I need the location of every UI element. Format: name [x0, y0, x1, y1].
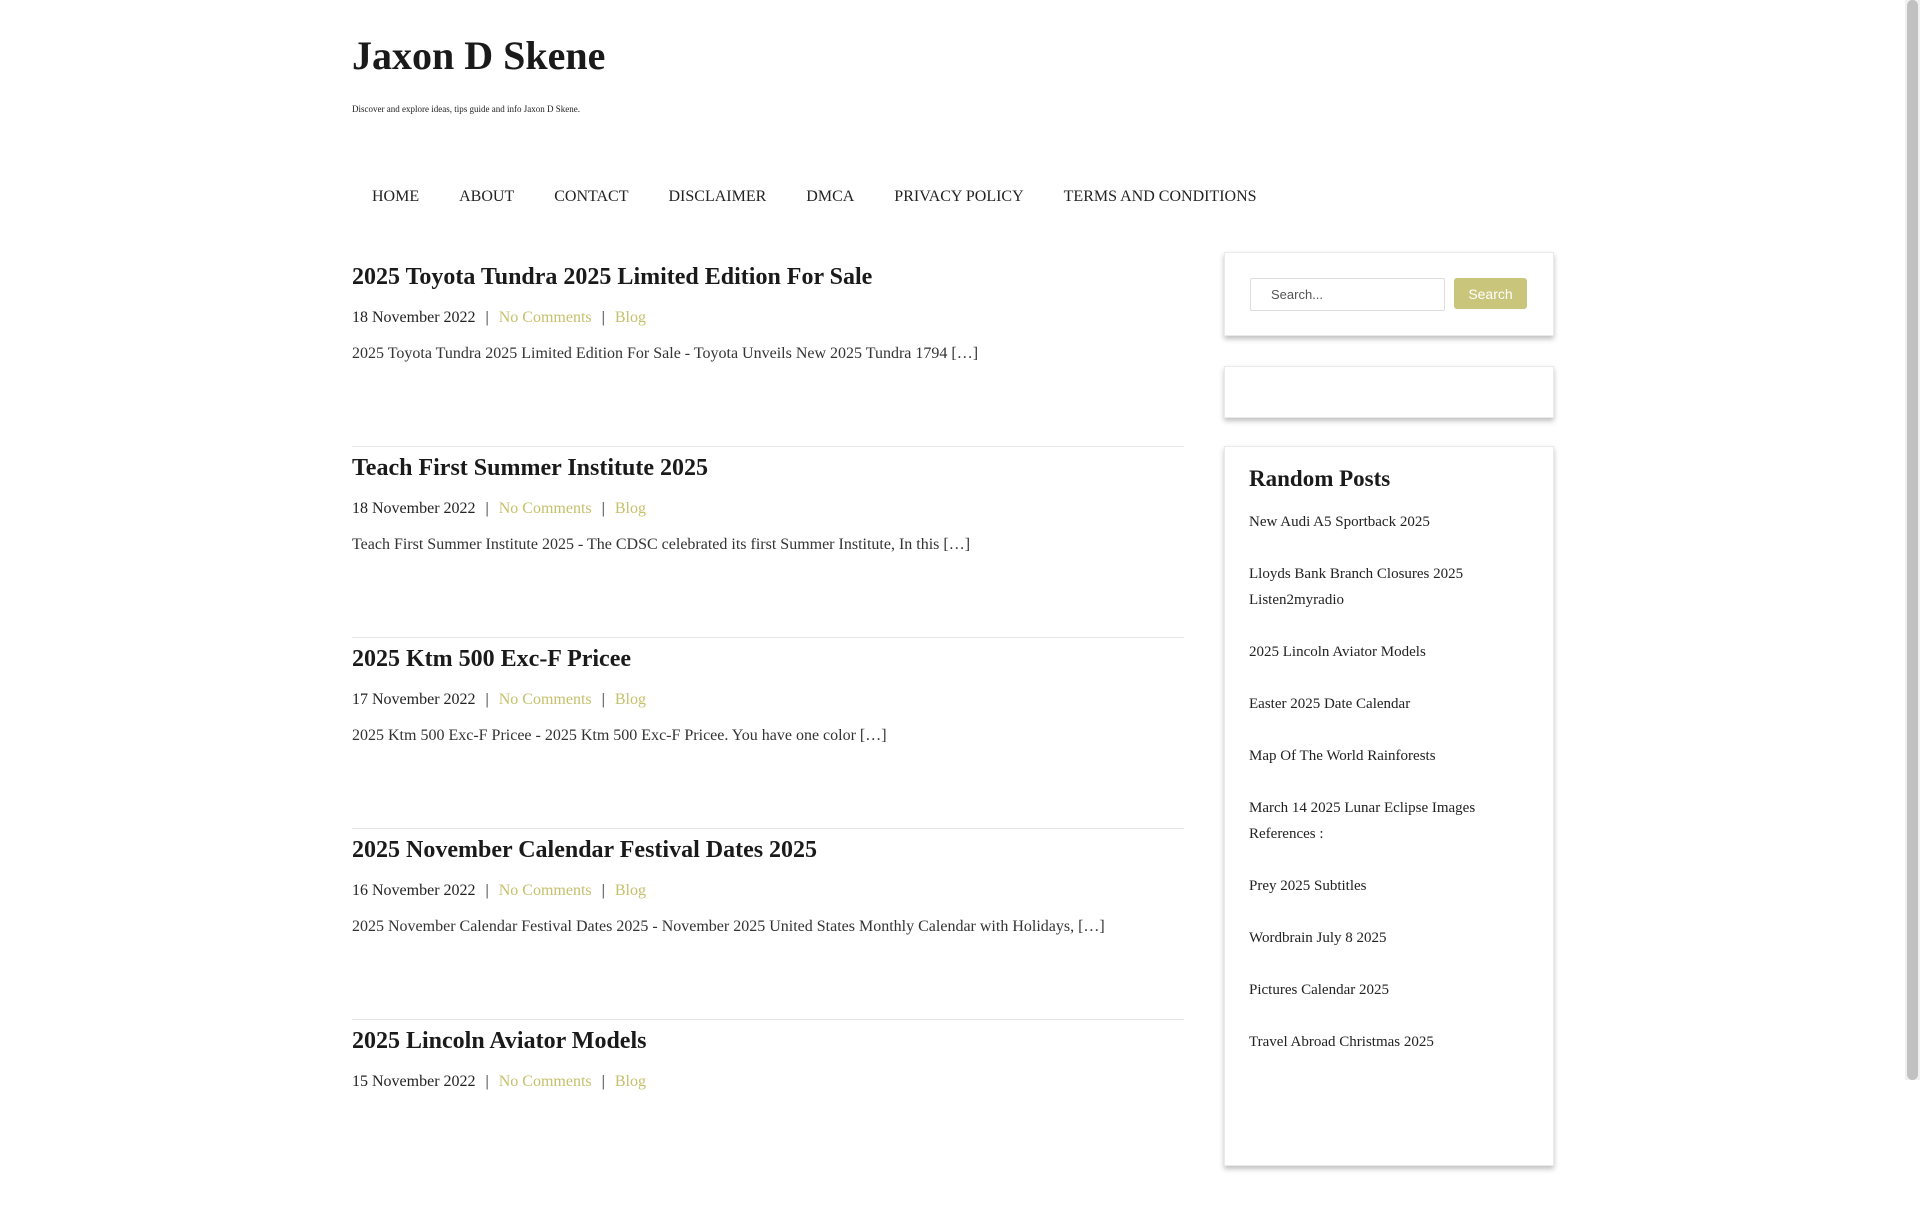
post-title[interactable]: 2025 Lincoln Aviator Models	[352, 1028, 646, 1055]
post-title[interactable]: Teach First Summer Institute 2025	[352, 455, 708, 482]
page-scrollbar[interactable]	[1905, 0, 1920, 1080]
list-item: March 14 2025 Lunar Eclipse Images Refer…	[1249, 795, 1529, 847]
random-post-link[interactable]: Lloyds Bank Branch Closures 2025 Listen2…	[1249, 566, 1463, 608]
random-post-link[interactable]: Wordbrain July 8 2025	[1249, 930, 1387, 946]
post-excerpt: 2025 Ktm 500 Exc-F Pricee - 2025 Ktm 500…	[352, 727, 887, 744]
post-title[interactable]: 2025 Ktm 500 Exc-F Pricee	[352, 646, 631, 673]
post-item: 2025 Ktm 500 Exc-F Pricee 17 November 20…	[352, 638, 1184, 829]
post-comments-link[interactable]: No Comments	[499, 882, 592, 899]
meta-separator: |	[485, 882, 489, 899]
meta-separator: |	[485, 691, 489, 708]
post-item: 2025 Toyota Tundra 2025 Limited Edition …	[352, 256, 1184, 447]
list-item: New Audi A5 Sportback 2025	[1249, 509, 1529, 535]
list-item: Map Of The World Rainforests	[1249, 743, 1529, 769]
post-item: 2025 November Calendar Festival Dates 20…	[352, 829, 1184, 1020]
random-post-link[interactable]: Prey 2025 Subtitles	[1249, 878, 1367, 894]
post-date: 18 November 2022	[352, 500, 476, 517]
post-excerpt: 2025 November Calendar Festival Dates 20…	[352, 918, 1105, 935]
random-post-link[interactable]: New Audi A5 Sportback 2025	[1249, 514, 1430, 530]
post-comments-link[interactable]: No Comments	[499, 500, 592, 517]
post-date: 16 November 2022	[352, 882, 476, 899]
nav-item-privacy-policy[interactable]: PRIVACY POLICY	[874, 184, 1043, 210]
nav-item-contact[interactable]: CONTACT	[534, 184, 648, 210]
meta-separator: |	[601, 1073, 605, 1090]
post-comments-link[interactable]: No Comments	[499, 1073, 592, 1090]
post-item: Teach First Summer Institute 2025 18 Nov…	[352, 447, 1184, 638]
post-date: 15 November 2022	[352, 1073, 476, 1090]
nav-item-disclaimer[interactable]: DISCLAIMER	[649, 184, 787, 210]
list-item: Pictures Calendar 2025	[1249, 977, 1529, 1003]
post-excerpt: 2025 Toyota Tundra 2025 Limited Edition …	[352, 345, 979, 362]
nav-item-terms-and-conditions[interactable]: TERMS AND CONDITIONS	[1044, 184, 1277, 210]
scrollbar-thumb[interactable]	[1907, 0, 1918, 1080]
meta-separator: |	[601, 882, 605, 899]
post-meta: 18 November 2022 | No Comments | Blog	[352, 309, 646, 327]
list-item: Prey 2025 Subtitles	[1249, 873, 1529, 899]
meta-separator: |	[601, 309, 605, 326]
list-item: 2025 Lincoln Aviator Models	[1249, 639, 1529, 665]
post-excerpt: Teach First Summer Institute 2025 - The …	[352, 536, 971, 553]
meta-separator: |	[601, 691, 605, 708]
random-posts-list: New Audi A5 Sportback 2025 Lloyds Bank B…	[1249, 509, 1529, 1055]
random-post-link[interactable]: March 14 2025 Lunar Eclipse Images Refer…	[1249, 800, 1475, 842]
post-title[interactable]: 2025 November Calendar Festival Dates 20…	[352, 837, 817, 864]
search-widget: Search	[1224, 252, 1554, 336]
post-category-link[interactable]: Blog	[615, 500, 646, 517]
meta-separator: |	[485, 309, 489, 326]
post-comments-link[interactable]: No Comments	[499, 691, 592, 708]
search-button[interactable]: Search	[1454, 278, 1527, 309]
post-list: 2025 Toyota Tundra 2025 Limited Edition …	[352, 256, 1184, 1210]
post-meta: 17 November 2022 | No Comments | Blog	[352, 691, 646, 709]
post-title[interactable]: 2025 Toyota Tundra 2025 Limited Edition …	[352, 264, 872, 291]
post-meta: 15 November 2022 | No Comments | Blog	[352, 1073, 646, 1091]
main-nav: HOME ABOUT CONTACT DISCLAIMER DMCA PRIVA…	[352, 184, 1277, 210]
list-item: Wordbrain July 8 2025	[1249, 925, 1529, 951]
search-input[interactable]	[1250, 278, 1445, 311]
post-date: 18 November 2022	[352, 309, 476, 326]
random-post-link[interactable]: 2025 Lincoln Aviator Models	[1249, 644, 1426, 660]
random-post-link[interactable]: Pictures Calendar 2025	[1249, 982, 1389, 998]
meta-separator: |	[485, 500, 489, 517]
post-category-link[interactable]: Blog	[615, 691, 646, 708]
list-item: Travel Abroad Christmas 2025	[1249, 1029, 1529, 1055]
post-date: 17 November 2022	[352, 691, 476, 708]
post-category-link[interactable]: Blog	[615, 882, 646, 899]
post-comments-link[interactable]: No Comments	[499, 309, 592, 326]
sidebar: Search Random Posts New Audi A5 Sportbac…	[1224, 252, 1554, 1166]
site-description: Discover and explore ideas, tips guide a…	[352, 104, 580, 114]
list-item: Lloyds Bank Branch Closures 2025 Listen2…	[1249, 561, 1529, 613]
random-post-link[interactable]: Travel Abroad Christmas 2025	[1249, 1034, 1434, 1050]
random-posts-heading: Random Posts	[1249, 466, 1391, 491]
site-title[interactable]: Jaxon D Skene	[352, 32, 605, 80]
post-category-link[interactable]: Blog	[615, 1073, 646, 1090]
meta-separator: |	[601, 500, 605, 517]
post-category-link[interactable]: Blog	[615, 309, 646, 326]
nav-item-home[interactable]: HOME	[352, 184, 439, 210]
site-title-link[interactable]: Jaxon D Skene	[352, 33, 605, 78]
post-item: 2025 Lincoln Aviator Models 15 November …	[352, 1020, 1184, 1210]
empty-widget	[1224, 366, 1554, 418]
list-item: Easter 2025 Date Calendar	[1249, 691, 1529, 717]
nav-item-about[interactable]: ABOUT	[439, 184, 534, 210]
meta-separator: |	[485, 1073, 489, 1090]
post-meta: 16 November 2022 | No Comments | Blog	[352, 882, 646, 900]
random-posts-widget: Random Posts New Audi A5 Sportback 2025 …	[1224, 446, 1554, 1166]
post-meta: 18 November 2022 | No Comments | Blog	[352, 500, 646, 518]
random-post-link[interactable]: Easter 2025 Date Calendar	[1249, 696, 1410, 712]
random-post-link[interactable]: Map Of The World Rainforests	[1249, 748, 1436, 764]
nav-item-dmca[interactable]: DMCA	[786, 184, 874, 210]
